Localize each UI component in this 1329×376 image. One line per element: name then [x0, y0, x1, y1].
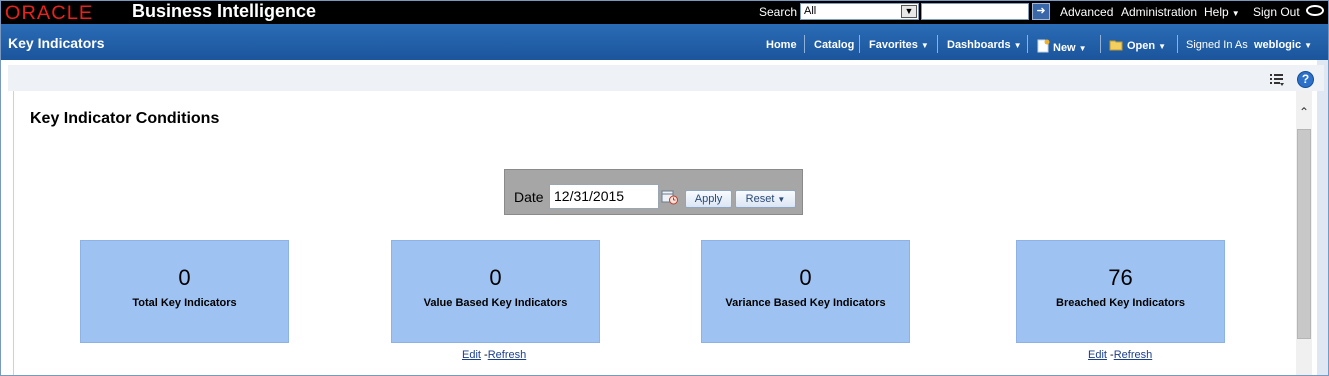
nav-divider: [1100, 35, 1101, 53]
kpi-value: 76: [1108, 265, 1133, 290]
dashboards-label: Dashboards: [947, 39, 1011, 51]
favorites-menu[interactable]: Favorites ▼: [869, 39, 929, 51]
report-links: Edit -Refresh: [1088, 349, 1152, 361]
search-input[interactable]: [921, 3, 1029, 20]
caret-down-icon: ▼: [777, 195, 786, 204]
kpi-tile-total[interactable]: 0 Total Key Indicators: [80, 240, 289, 343]
open-menu[interactable]: Open ▼: [1109, 39, 1166, 52]
kpi-tile-breached[interactable]: 76 Breached Key Indicators: [1016, 240, 1225, 343]
page-header: Key Indicators Home Catalog Favorites ▼ D…: [1, 24, 1328, 60]
caret-down-icon: ▼: [1304, 41, 1312, 50]
folder-icon: [1109, 40, 1123, 51]
kpi-tile-value-based[interactable]: 0 Value Based Key Indicators: [391, 240, 600, 343]
new-label: New: [1053, 42, 1076, 54]
caret-down-icon: ▼: [1158, 42, 1167, 51]
arrow-right-icon[interactable]: ➜: [1032, 3, 1050, 20]
chevron-up-icon[interactable]: ⌃: [1298, 105, 1310, 119]
product-name: Business Intelligence: [132, 1, 317, 21]
status-oval-icon: [1306, 5, 1324, 16]
kpi-label: Value Based Key Indicators: [423, 297, 568, 309]
caret-down-icon: ▼: [920, 41, 929, 50]
home-link[interactable]: Home: [766, 39, 797, 51]
kpi-tile-variance-based[interactable]: 0 Variance Based Key Indicators: [701, 240, 910, 343]
dashboard-content: Key Indicator Conditions Date 12/31/2015…: [13, 91, 1296, 375]
kpi-value: 0: [489, 265, 502, 290]
section-title: Key Indicator Conditions: [30, 110, 220, 127]
chevron-down-icon: ▼: [901, 5, 917, 18]
help-menu[interactable]: Help ▼: [1204, 5, 1240, 19]
kpi-label: Total Key Indicators: [132, 297, 237, 309]
sign-out-link[interactable]: Sign Out: [1253, 5, 1300, 19]
oracle-logo: ORACLE: [4, 3, 94, 24]
administration-link[interactable]: Administration: [1121, 5, 1197, 19]
page-toolbar: ?: [8, 65, 1324, 91]
kpi-value: 0: [799, 265, 812, 290]
nav-divider: [937, 35, 938, 53]
date-input[interactable]: 12/31/2015: [549, 184, 659, 209]
signed-in-as-label: Signed In As: [1186, 39, 1248, 51]
new-menu[interactable]: New ▼: [1037, 39, 1087, 54]
user-menu[interactable]: weblogic ▼: [1254, 39, 1312, 51]
catalog-link[interactable]: Catalog: [814, 39, 854, 51]
report-links: Edit -Refresh: [462, 349, 526, 361]
reset-button[interactable]: Reset ▼: [735, 190, 796, 208]
nav-divider: [804, 35, 805, 53]
help-menu-label: Help: [1204, 5, 1229, 19]
nav-divider: [1177, 35, 1178, 53]
page-title: Key Indicators: [8, 35, 105, 51]
reset-label: Reset: [745, 193, 775, 205]
open-label: Open: [1127, 40, 1156, 52]
username: weblogic: [1254, 39, 1302, 51]
kpi-label: Breached Key Indicators: [1056, 297, 1185, 309]
new-document-icon: [1037, 39, 1050, 53]
date-prompt: Date 12/31/2015 Apply Reset ▼: [504, 169, 803, 215]
nav-divider: [1027, 35, 1028, 53]
caret-down-icon: ▼: [1078, 44, 1087, 53]
advanced-link[interactable]: Advanced: [1060, 5, 1113, 19]
help-icon[interactable]: ?: [1297, 71, 1314, 88]
scrollbar-thumb[interactable]: [1297, 129, 1311, 339]
caret-down-icon: ▼: [1013, 41, 1022, 50]
nav-divider: [859, 35, 860, 53]
refresh-link[interactable]: Refresh: [1114, 349, 1153, 361]
kpi-value: 0: [178, 265, 191, 290]
search-label: Search: [759, 5, 798, 19]
date-label: Date: [514, 189, 544, 205]
page-edge: [1317, 60, 1328, 375]
global-header: ORACLE Business Intelligence Search All …: [1, 1, 1328, 24]
caret-down-icon: ▼: [1231, 9, 1240, 18]
favorites-label: Favorites: [869, 39, 918, 51]
edit-link[interactable]: Edit: [1088, 349, 1107, 361]
search-scope-select[interactable]: All ▼: [800, 3, 919, 20]
refresh-link[interactable]: Refresh: [488, 349, 527, 361]
calendar-icon[interactable]: [661, 189, 679, 205]
search-scope-value: All: [804, 5, 817, 17]
app-window: ORACLE Business Intelligence Search All …: [0, 0, 1329, 376]
list-options-icon[interactable]: [1269, 73, 1285, 87]
edit-link[interactable]: Edit: [462, 349, 481, 361]
dashboards-menu[interactable]: Dashboards ▼: [947, 39, 1022, 51]
kpi-label: Variance Based Key Indicators: [725, 297, 886, 309]
apply-button[interactable]: Apply: [685, 190, 732, 208]
